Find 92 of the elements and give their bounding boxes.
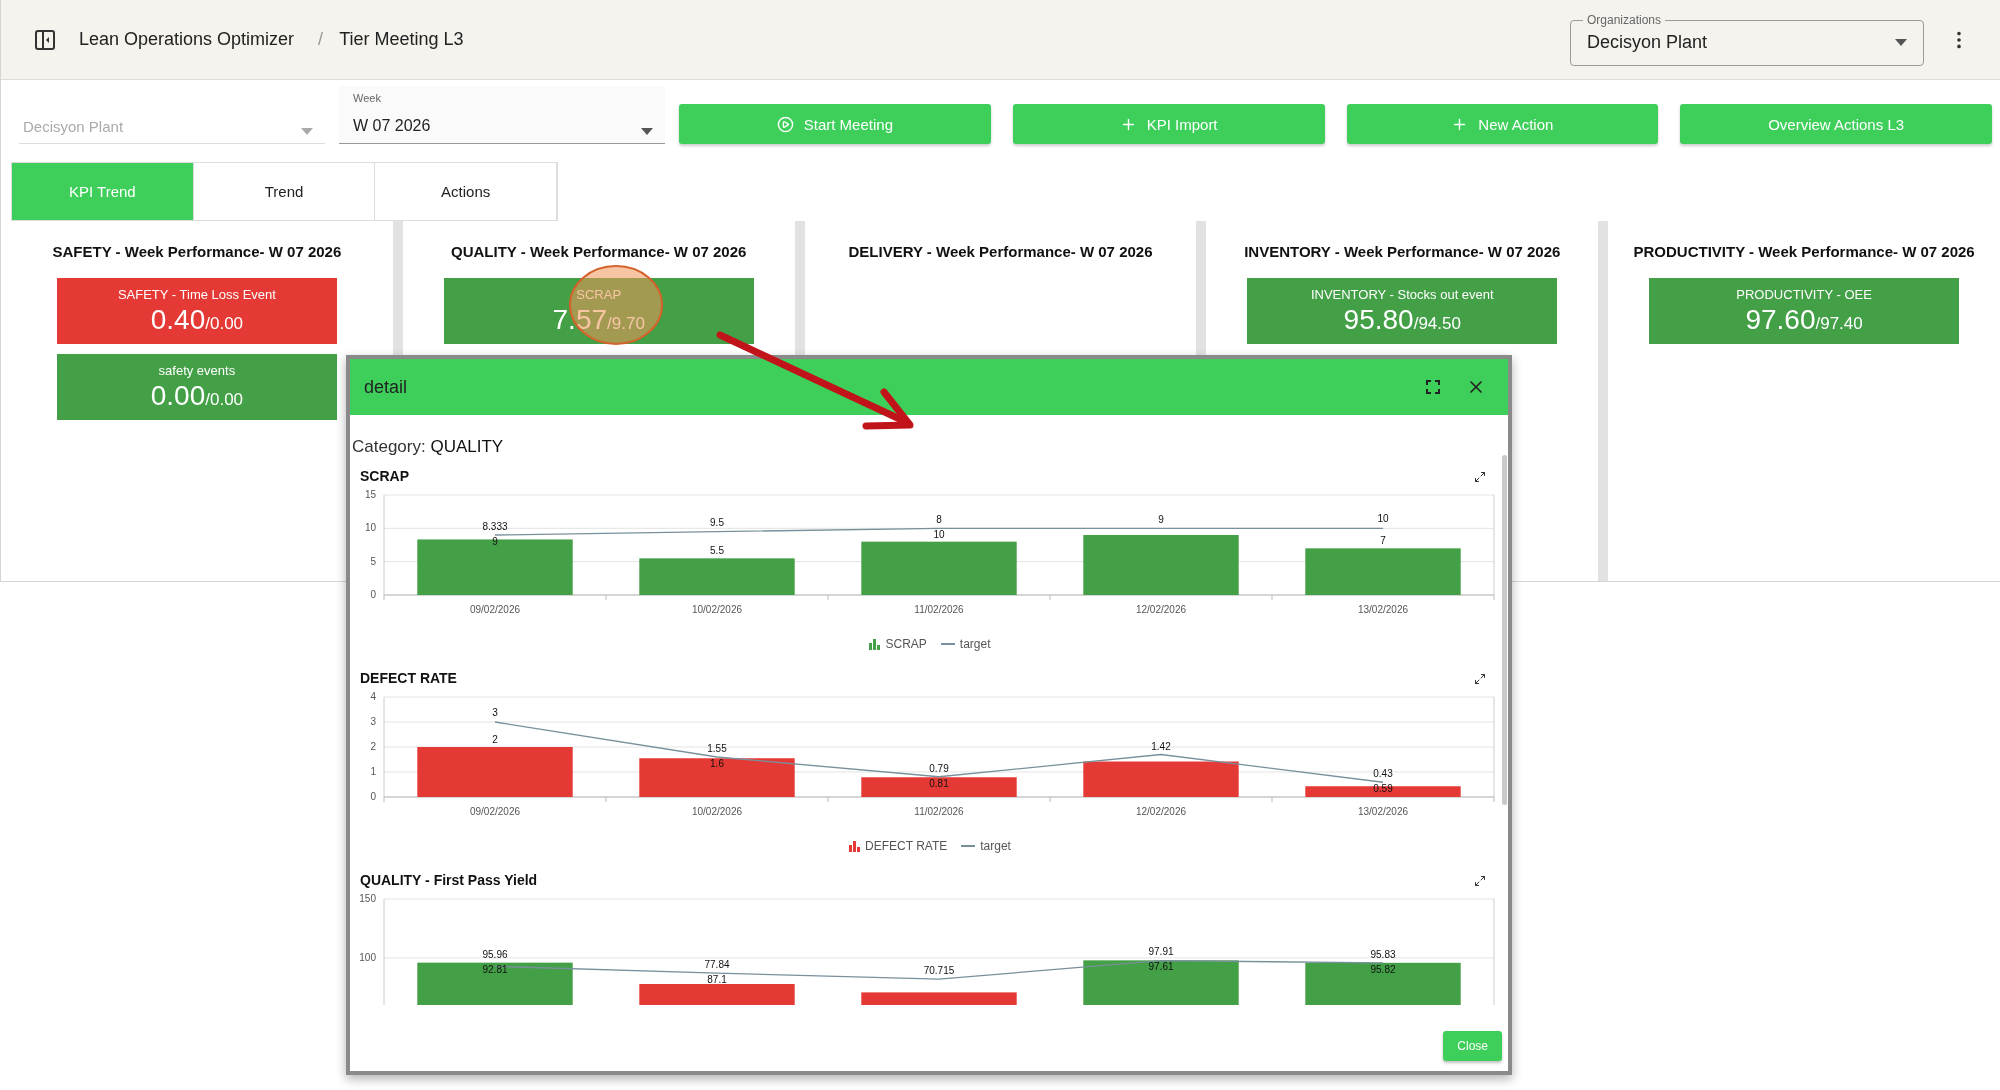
data-label: 70.715 [923,965,955,977]
data-label: 9 [1158,514,1164,526]
kpi-value: 95.80/94.50 [1343,303,1461,336]
kpi-value: 0.00/0.00 [150,379,244,412]
axis-tick-label: 1 [370,766,376,777]
axis-tick-label: 15 [364,489,376,500]
line-legend-icon [940,643,955,645]
breadcrumb-current: Tier Meeting L3 [339,29,464,50]
axis-tick-label: 10 [364,522,376,534]
bar-chart-icon [869,638,881,650]
data-label: 95.82 [1370,963,1396,975]
column-title: DELIVERY - Week Performance- W 07 2026 [848,243,1153,260]
bar-chart-icon [849,840,861,852]
fullscreen-icon[interactable] [1426,380,1440,394]
data-label: 1.55 [707,743,727,754]
data-label: 87.1 [707,974,727,986]
expand-icon[interactable] [1474,471,1486,483]
legend-item[interactable]: target [961,839,1011,853]
axis-tick-label: 3 [370,716,376,727]
kpi-value: 0.40/0.00 [150,303,244,336]
axis-category-label: 12/02/2026 [1135,806,1187,817]
legend-item[interactable]: target [940,637,991,651]
data-label: 10 [1377,513,1389,525]
kpi-value: 97.60/97.40 [1745,303,1863,336]
data-label: 7 [1380,535,1386,547]
data-label: 0.43 [1373,768,1393,780]
scrollbar-thumb[interactable] [1502,455,1507,805]
data-label: 95.83 [1370,948,1396,960]
dropdown-caret-icon[interactable] [1895,39,1907,46]
axis-tick-label: 150 [360,893,376,904]
expand-icon[interactable] [1474,875,1486,887]
kpi-label: safety events [158,362,236,378]
data-label: 8.333 [482,521,508,532]
axis-category-label: 10/02/2026 [691,604,743,615]
data-label: 97.61 [1148,961,1174,973]
axis-category-label: 12/02/2026 [1135,604,1187,615]
axis-category-label: 09/02/2026 [469,604,521,615]
axis-category-label: 11/02/2026 [914,604,964,615]
kpi-label: INVENTORY - Stocks out event [1310,286,1494,302]
chart-title: DEFECT RATE [360,670,457,686]
data-label: 95.96 [482,948,508,960]
column-title: SAFETY - Week Performance- W 07 2026 [52,243,342,260]
kpi-label: SCRAP [576,286,622,302]
data-label: 77.84 [704,959,730,971]
data-label: 97.91 [1148,946,1174,958]
category-text: Category: QUALITY [351,436,505,457]
chart-title: QUALITY - First Pass Yield [360,872,538,888]
data-label: 1.42 [1151,740,1171,752]
kpi-label: SAFETY - Time Loss Event [117,286,276,302]
play-circle-icon [776,115,794,133]
legend-item[interactable]: SCRAP [869,637,927,651]
column-title: INVENTORY - Week Performance- W 07 2026 [1244,243,1561,260]
data-label: 0.59 [1373,783,1393,795]
data-label: 0.79 [929,762,949,774]
axis-tick-label: 5 [370,555,376,567]
axis-category-label: 10/02/2026 [691,806,743,817]
legend-item[interactable]: DEFECT RATE [849,839,948,853]
kpi-label: PRODUCTIVITY - OEE [1736,286,1872,302]
data-label: 1.6 [710,758,724,769]
line-legend-icon [961,845,976,847]
axis-category-label: 13/02/2026 [1357,604,1409,615]
data-label: 92.81 [482,963,508,975]
sidebar-toggle-icon[interactable] [35,29,55,50]
data-label: 9.5 [710,516,724,528]
plant-select: Decisyon Plant [19,94,325,144]
expand-icon[interactable] [1474,673,1486,685]
data-label: 10 [933,529,945,541]
axis-tick-label: 0 [370,589,376,600]
kpi-card[interactable]: SAFETY - Time Loss Event 0.40/0.00 [56,278,337,344]
column-title: QUALITY - Week Performance- W 07 2026 [451,243,747,260]
data-label: 2 [492,734,498,745]
kpi-card[interactable]: INVENTORY - Stocks out event 95.80/94.50 [1247,278,1558,344]
data-label: 3 [492,707,498,718]
week-select[interactable]: Week W 07 2026 [339,86,665,144]
dialog-title: detail [364,376,408,398]
axis-tick-label: 4 [370,691,376,702]
dropdown-caret-icon[interactable] [641,128,653,135]
data-label: 0.81 [929,777,949,789]
axis-category-label: 13/02/2026 [1357,806,1409,817]
breadcrumb-link[interactable]: Lean Operations Optimizer [79,29,295,50]
axis-tick-label: 0 [370,791,376,802]
axis-category-label: 09/02/2026 [469,806,521,817]
axis-category-label: 11/02/2026 [914,806,964,817]
kpi-card[interactable]: PRODUCTIVITY - OEE 97.60/97.40 [1649,278,1960,344]
column-title: PRODUCTIVITY - Week Performance- W 07 2026 [1633,243,1975,260]
axis-tick-label: 2 [370,741,376,752]
chart-title: SCRAP [360,468,409,484]
data-label: 8 [936,514,942,526]
kpi-card[interactable]: safety events 0.00/0.00 [56,354,337,420]
data-label: 5.5 [710,545,724,557]
axis-tick-label: 100 [360,951,376,963]
breadcrumb-separator: / [318,29,324,50]
